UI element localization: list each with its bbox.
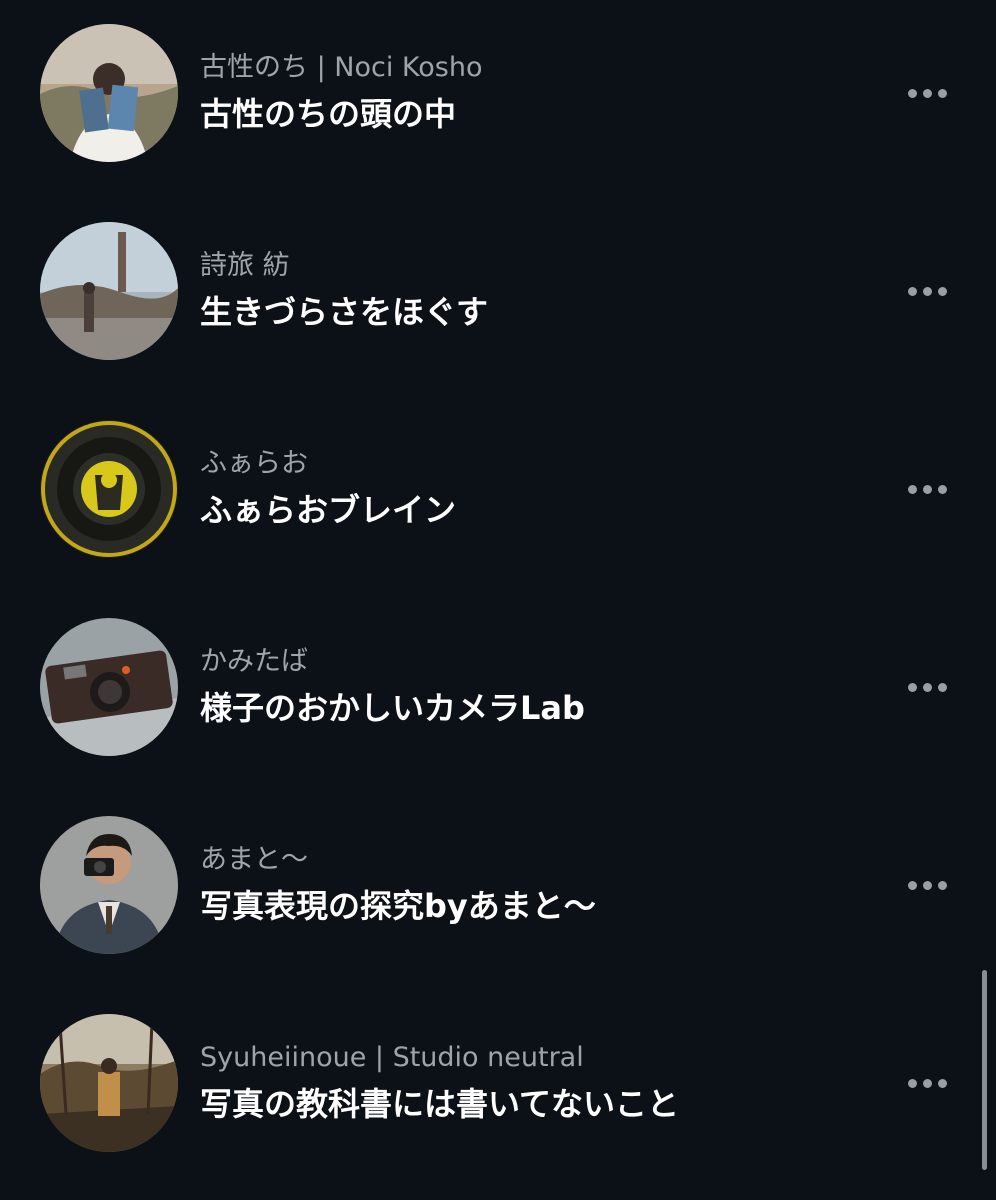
list-item[interactable]: 古性のち | Noci Kosho 古性のちの頭の中 [0, 0, 996, 198]
avatar[interactable] [40, 618, 178, 756]
author-name[interactable]: 詩旅 紡 [200, 250, 290, 282]
magazine-title[interactable]: 写真の教科書には書いてないこと [200, 1084, 679, 1124]
magazine-title[interactable]: 生きづらさをほぐす [200, 292, 488, 332]
author-name[interactable]: ふぁらお [200, 448, 308, 480]
list-item[interactable]: あまと〜 写真表現の探究byあまと〜 [0, 792, 996, 990]
camera-lens-pharaoh-icon [40, 420, 178, 558]
list-item[interactable]: かみたば 様子のおかしいカメラLab [0, 594, 996, 792]
scrollbar[interactable] [982, 970, 987, 1170]
author-name[interactable]: あまと〜 [200, 844, 308, 876]
list-item[interactable]: Syuheiinoue | Studio neutral 写真の教科書には書いて… [0, 990, 996, 1188]
magazine-title[interactable]: 写真表現の探究byあまと〜 [200, 886, 596, 926]
ellipsis-icon[interactable] [900, 474, 954, 504]
list-item[interactable]: 詩旅 紡 生きづらさをほぐす [0, 198, 996, 396]
person-reading-magazine-icon [40, 24, 178, 162]
list-item[interactable]: ふぁらお ふぁらおブレイン [0, 396, 996, 594]
magazine-list: 古性のち | Noci Kosho 古性のちの頭の中 詩旅 紡 生きづらさをほぐ… [0, 0, 996, 1200]
leica-camera-icon [40, 618, 178, 756]
avatar[interactable] [40, 420, 178, 558]
magazine-title[interactable]: 古性のちの頭の中 [200, 94, 456, 134]
ellipsis-icon[interactable] [900, 1068, 954, 1098]
ellipsis-icon[interactable] [900, 672, 954, 702]
avatar[interactable] [40, 1014, 178, 1152]
author-name[interactable]: かみたば [200, 646, 308, 678]
ellipsis-icon[interactable] [900, 870, 954, 900]
avatar[interactable] [40, 24, 178, 162]
ellipsis-icon[interactable] [900, 276, 954, 306]
ellipsis-icon[interactable] [900, 78, 954, 108]
man-with-camera-icon [40, 816, 178, 954]
author-name[interactable]: 古性のち | Noci Kosho [200, 52, 483, 84]
avatar[interactable] [40, 816, 178, 954]
person-in-forest-icon [40, 1014, 178, 1152]
avatar[interactable] [40, 222, 178, 360]
person-in-park-tower-icon [40, 222, 178, 360]
magazine-title[interactable]: 様子のおかしいカメラLab [200, 688, 585, 728]
author-name[interactable]: Syuheiinoue | Studio neutral [200, 1042, 584, 1074]
magazine-title[interactable]: ふぁらおブレイン [200, 490, 456, 530]
